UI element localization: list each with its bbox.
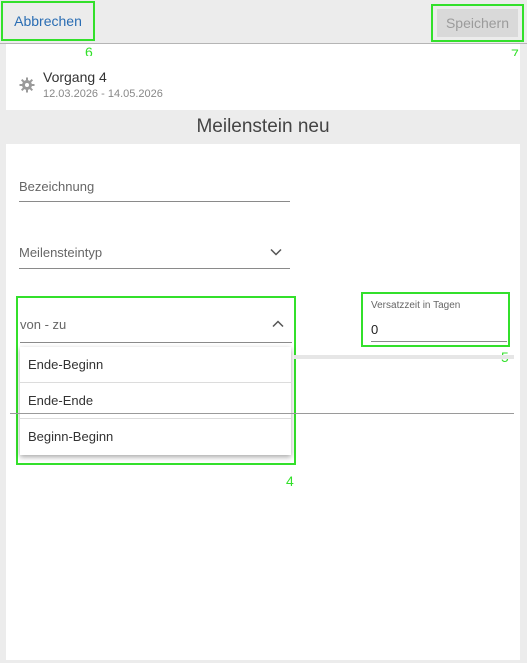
window: Abbrechen Speichern 6 7 Vorgang 4 12.03.… [0, 0, 527, 663]
offset-input[interactable] [371, 318, 507, 342]
task-title: Vorgang 4 [43, 69, 107, 85]
divider [10, 413, 514, 414]
task-dates: 12.03.2026 - 14.05.2026 [43, 88, 163, 100]
milestone-type-placeholder: Meilensteintyp [19, 245, 103, 260]
save-button[interactable]: Speichern [437, 9, 518, 37]
name-field-placeholder: Bezeichnung [19, 179, 95, 194]
save-button-frame: Speichern [431, 4, 524, 42]
from-to-placeholder: von - zu [20, 317, 67, 332]
offset-label: Versatzzeit in Tagen [371, 300, 461, 311]
chevron-up-icon [272, 320, 284, 328]
task-header: Vorgang 4 12.03.2026 - 14.05.2026 [6, 56, 520, 110]
from-to-options-list: Ende-Beginn Ende-Ende Beginn-Beginn [20, 347, 291, 455]
offset-field-highlight: Versatzzeit in Tagen [361, 292, 510, 347]
chevron-down-icon [270, 248, 282, 256]
from-to-select[interactable]: von - zu [20, 316, 292, 343]
milestone-type-select[interactable]: Meilensteintyp [19, 244, 290, 269]
divider [294, 355, 514, 359]
top-toolbar: Abbrechen Speichern [0, 0, 527, 44]
from-to-dropdown-highlight: von - zu Ende-Beginn Ende-Ende Beginn-Be… [16, 296, 296, 465]
name-field[interactable]: Bezeichnung [19, 178, 290, 202]
option-beginn-beginn[interactable]: Beginn-Beginn [20, 419, 291, 455]
marker-dropdown: 4 [286, 473, 294, 489]
section-title: Meilenstein neu [6, 110, 520, 144]
gear-icon [19, 77, 35, 93]
cancel-button[interactable]: Abbrechen [1, 1, 95, 41]
option-ende-beginn[interactable]: Ende-Beginn [20, 347, 291, 383]
